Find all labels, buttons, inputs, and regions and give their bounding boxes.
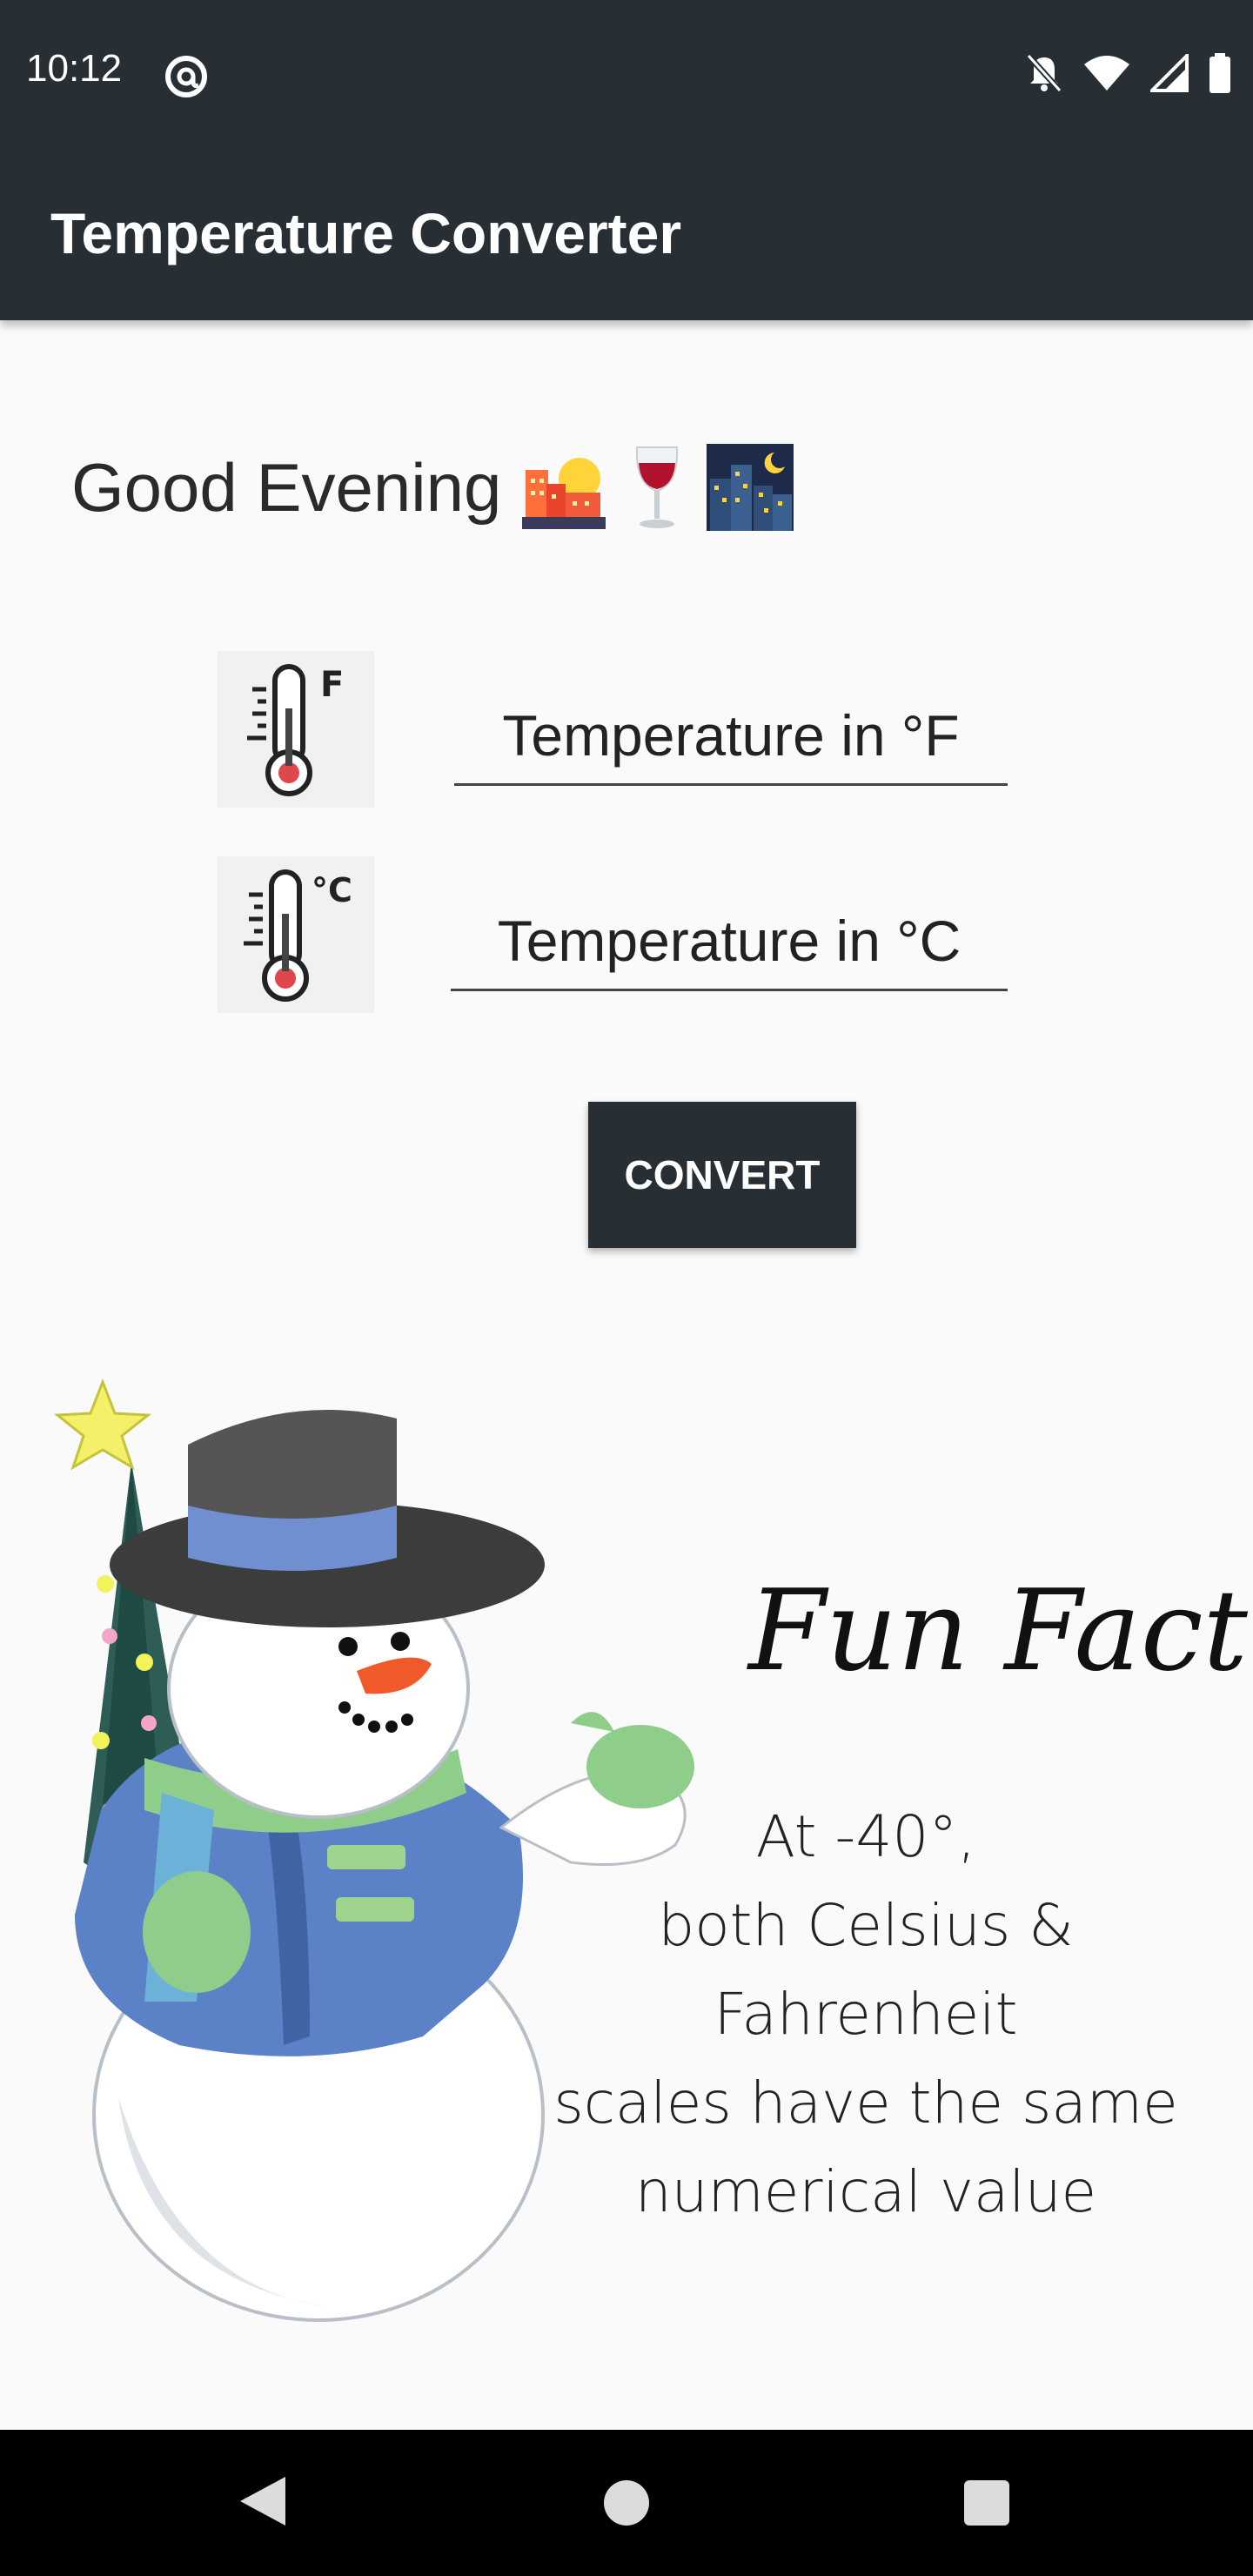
fun-fact-line: scales have the same — [553, 2070, 1178, 2137]
wine-glass-emoji — [626, 444, 687, 531]
at-sign-icon — [164, 54, 209, 99]
convert-button[interactable]: CONVERT — [588, 1102, 856, 1248]
fahrenheit-placeholder: Temperature in °F — [502, 703, 960, 768]
fun-fact-title: Fun Fact — [748, 1566, 1248, 1696]
notifications-off-icon — [1025, 52, 1063, 97]
greeting-text: Good Evening — [71, 448, 502, 526]
battery-icon — [1208, 53, 1232, 97]
status-time: 10:12 — [26, 47, 123, 90]
back-icon[interactable] — [237, 2473, 289, 2532]
home-icon[interactable] — [604, 2480, 649, 2526]
fun-fact-line: numerical value — [634, 2158, 1097, 2225]
night-city-emoji — [707, 444, 794, 531]
navigation-bar — [0, 2430, 1253, 2576]
wifi-icon — [1082, 54, 1131, 96]
thermometer-f-unit: F — [320, 665, 344, 705]
fahrenheit-input[interactable]: Temperature in °F — [454, 688, 1008, 786]
thermometer-c-unit: °C — [312, 871, 352, 909]
celsius-input[interactable]: Temperature in °C — [451, 893, 1008, 991]
signal-icon — [1148, 51, 1189, 96]
fun-fact-line: both Celsius & Fahrenheit — [658, 1892, 1074, 2048]
fun-fact-text: At -40°, both Celsius & Fahrenheit scale… — [531, 1793, 1201, 2237]
celsius-placeholder: Temperature in °C — [497, 909, 962, 973]
thermometer-c-icon: °C — [218, 856, 374, 1013]
recent-apps-icon[interactable] — [964, 2480, 1009, 2526]
app-title: Temperature Converter — [50, 201, 682, 265]
city-sunset-emoji — [520, 444, 607, 531]
fun-fact-line: At -40°, — [755, 1803, 976, 1870]
greeting: Good Evening — [71, 444, 794, 531]
app-bar: Temperature Converter — [0, 150, 1253, 320]
status-bar: 10:12 — [0, 0, 1253, 150]
thermometer-f-icon: F — [218, 651, 374, 808]
